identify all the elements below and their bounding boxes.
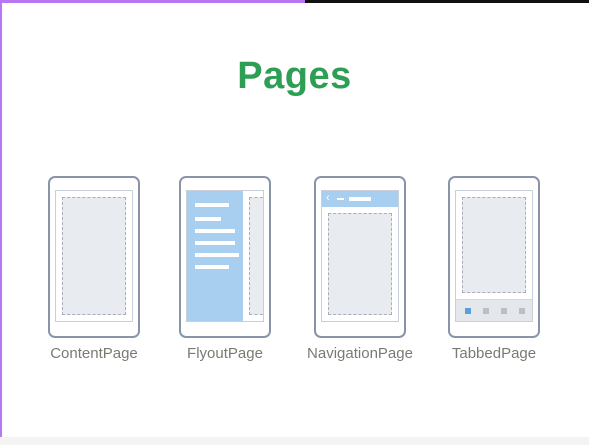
label-navigation-page: NavigationPage xyxy=(307,345,413,362)
flyout-page-phone xyxy=(179,176,271,338)
nav-title-placeholder xyxy=(349,197,371,201)
label-flyout-page: FlyoutPage xyxy=(187,345,263,362)
label-content-page: ContentPage xyxy=(50,345,138,362)
bottom-strip xyxy=(0,437,589,445)
flyout-menu xyxy=(187,191,243,321)
flyout-detail-area xyxy=(249,197,263,315)
navigation-page-phone: ‹ xyxy=(314,176,406,338)
chevron-left-icon: ‹ xyxy=(326,192,330,204)
content-page-phone xyxy=(48,176,140,338)
tab-indicator-active xyxy=(465,308,471,314)
label-tabbed-page: TabbedPage xyxy=(451,345,537,362)
tabbed-page-phone xyxy=(448,176,540,338)
content-area xyxy=(328,213,392,315)
tab-indicator xyxy=(501,308,507,314)
tab-indicator xyxy=(483,308,489,314)
content-area xyxy=(62,197,126,315)
progress-accent-bar xyxy=(0,0,305,3)
flyout-menu-item xyxy=(195,203,229,207)
slide-title: Pages xyxy=(237,55,352,97)
flyout-page-screen xyxy=(186,190,264,322)
tabbed-page-screen xyxy=(455,190,533,322)
flyout-menu-item xyxy=(195,217,221,221)
navigation-page-screen: ‹ xyxy=(321,190,399,322)
tab-indicator xyxy=(519,308,525,314)
flyout-menu-item xyxy=(195,229,235,233)
back-label-placeholder xyxy=(337,198,344,200)
tab-bar xyxy=(456,299,532,321)
flyout-menu-item xyxy=(195,265,229,269)
navigation-bar: ‹ xyxy=(322,191,398,207)
content-area xyxy=(462,197,526,293)
flyout-menu-item xyxy=(195,241,235,245)
content-page-screen xyxy=(55,190,133,322)
flyout-menu-item xyxy=(195,253,239,257)
